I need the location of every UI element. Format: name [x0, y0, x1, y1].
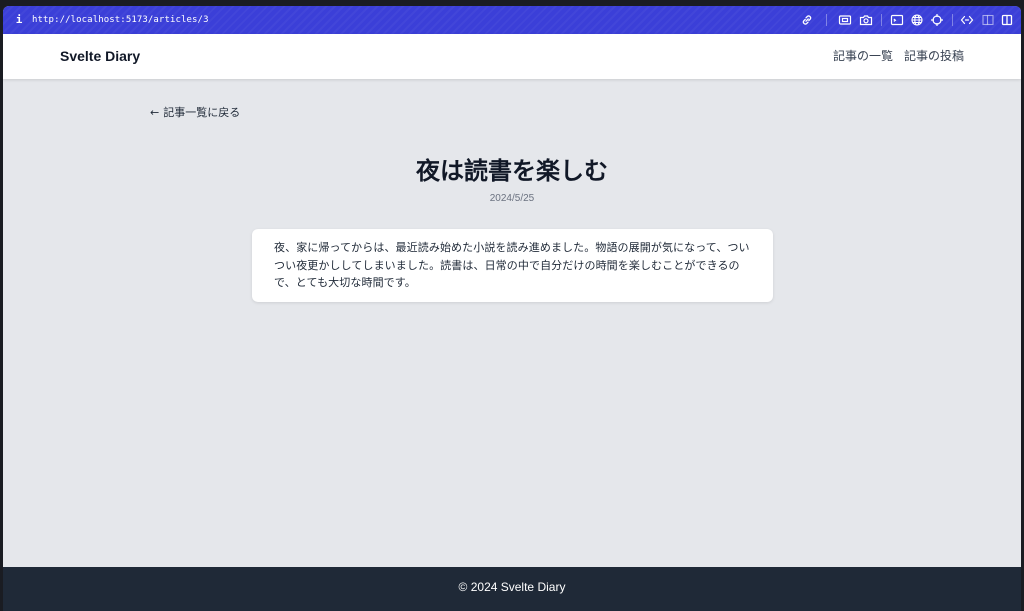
toolbar-separator — [952, 14, 953, 26]
globe-icon[interactable] — [910, 13, 924, 27]
link-icon[interactable] — [800, 13, 814, 27]
browser-toolbar: i http://localhost:5173/articles/3 — [3, 6, 1021, 34]
back-to-list-link[interactable]: ← 記事一覧に戻る — [150, 106, 240, 120]
article-body-card: 夜、家に帰ってからは、最近読み始めた小説を読み進めました。物語の展開が気になって… — [252, 229, 773, 302]
arrow-left-icon: ← — [150, 106, 160, 119]
article-title: 夜は読書を楽しむ — [416, 157, 608, 185]
terminal-icon[interactable] — [890, 13, 904, 27]
nav-new-article[interactable]: 記事の投稿 — [904, 48, 964, 64]
browser-window: i http://localhost:5173/articles/3 Svelt… — [3, 6, 1021, 611]
camera-icon[interactable] — [859, 13, 873, 27]
back-link-label: 記事一覧に戻る — [163, 106, 241, 119]
site-header: Svelte Diary 記事の一覧 記事の投稿 — [3, 34, 1021, 79]
main-nav: 記事の一覧 記事の投稿 — [833, 48, 964, 64]
crosshair-icon[interactable] — [930, 13, 944, 27]
nav-article-list[interactable]: 記事の一覧 — [833, 48, 893, 64]
address-bar-url[interactable]: http://localhost:5173/articles/3 — [32, 13, 209, 27]
article-body: 夜、家に帰ってからは、最近読み始めた小説を読み進めました。物語の展開が気になって… — [274, 241, 750, 289]
brand-link[interactable]: Svelte Diary — [60, 47, 140, 65]
info-icon[interactable]: i — [15, 13, 23, 27]
panel-icon[interactable] — [981, 13, 995, 27]
footer-copyright: © 2024 Svelte Diary — [458, 580, 566, 594]
article-date: 2024/5/25 — [489, 193, 535, 204]
split-view-icon[interactable] — [1000, 13, 1014, 27]
toolbar-separator — [881, 14, 882, 26]
site-footer: © 2024 Svelte Diary — [3, 567, 1021, 611]
toolbar-separator — [826, 14, 827, 26]
screenshot-icon[interactable] — [838, 13, 852, 27]
code-icon[interactable] — [960, 13, 974, 27]
